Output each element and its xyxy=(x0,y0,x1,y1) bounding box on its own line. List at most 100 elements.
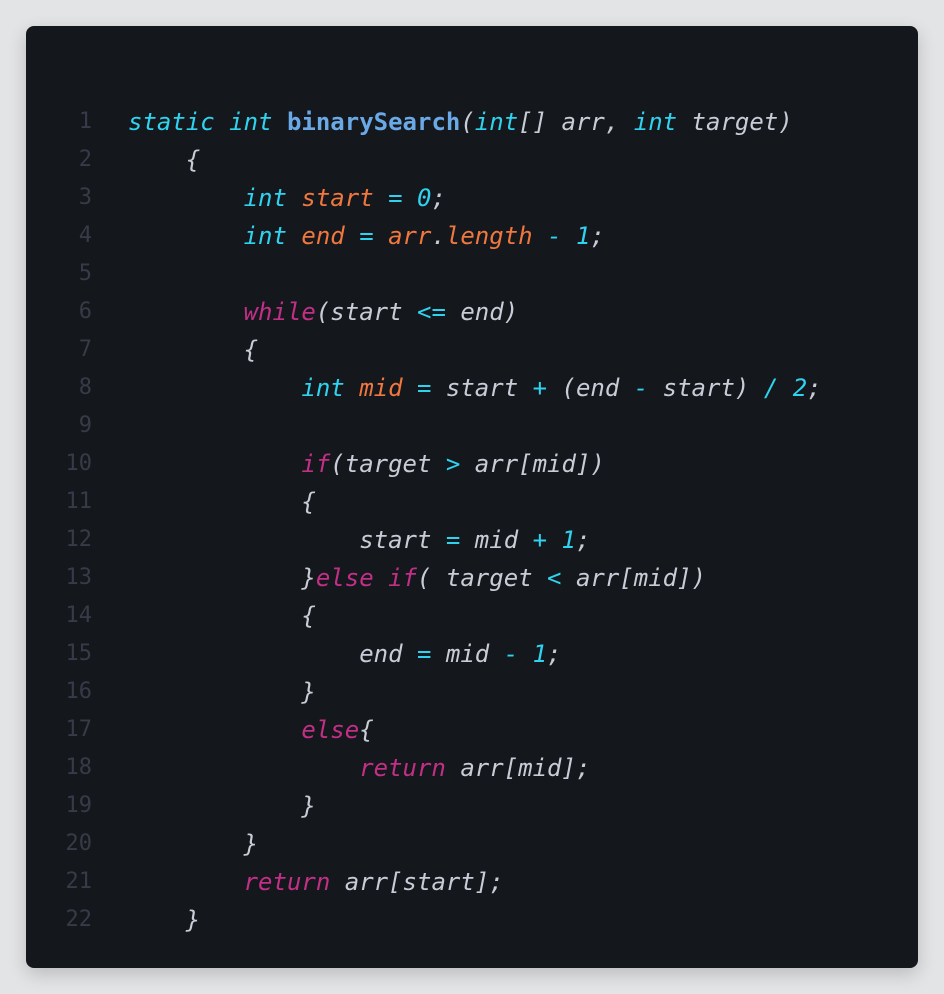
code-token: int xyxy=(243,184,302,212)
line-number: 21 xyxy=(65,869,93,894)
line-code: { xyxy=(128,483,316,521)
line-number: 16 xyxy=(65,679,93,704)
code-line: 11 { xyxy=(26,483,918,521)
code-token: = xyxy=(359,222,389,250)
line-number: 18 xyxy=(65,755,93,780)
code-token: (start xyxy=(315,298,417,326)
code-block: 1 static int binarySearch(int[] arr, int … xyxy=(26,103,918,939)
code-token: } xyxy=(128,564,316,592)
code-line: 19 } xyxy=(26,787,918,825)
code-line: 20 } xyxy=(26,825,918,863)
line-code: else{ xyxy=(128,711,373,749)
code-token: } xyxy=(128,792,316,820)
code-line: 2 { xyxy=(26,141,918,179)
code-token: - xyxy=(633,374,663,402)
line-code: return arr[start]; xyxy=(128,863,504,901)
line-code: } xyxy=(128,825,258,863)
line-number: 14 xyxy=(65,603,93,628)
line-number: 9 xyxy=(78,413,92,438)
line-code: static int binarySearch(int[] arr, int t… xyxy=(128,103,793,141)
code-token: start xyxy=(445,374,533,402)
code-token: { xyxy=(128,488,316,516)
code-token: length xyxy=(445,222,548,250)
code-editor-panel: 1 static int binarySearch(int[] arr, int … xyxy=(26,26,918,968)
code-line: 8 int mid = start + (end - start) / 2; xyxy=(26,369,918,407)
code-line: 1 static int binarySearch(int[] arr, int … xyxy=(26,103,918,141)
code-token: int xyxy=(243,222,302,250)
code-line: 16 } xyxy=(26,673,918,711)
code-token: { xyxy=(128,146,201,174)
line-number: 13 xyxy=(65,565,93,590)
code-token: 1 xyxy=(561,526,576,554)
line-code: while(start <= end) xyxy=(128,293,519,331)
code-token: else xyxy=(301,716,360,744)
line-code: { xyxy=(128,141,200,179)
code-token: int xyxy=(301,374,360,402)
code-token: int xyxy=(633,108,692,136)
line-number: 8 xyxy=(78,375,92,400)
code-token: return xyxy=(243,868,345,896)
line-number: 6 xyxy=(78,299,92,324)
code-token: static xyxy=(128,108,230,136)
code-token: } xyxy=(128,678,316,706)
code-line: 3 int start = 0; xyxy=(26,179,918,217)
line-number: 15 xyxy=(65,641,93,666)
code-token: ( xyxy=(460,108,475,136)
code-token: arr[mid]) xyxy=(575,564,706,592)
line-code: } xyxy=(128,787,316,825)
code-line: 17 else{ xyxy=(26,711,918,749)
code-token: start) xyxy=(662,374,764,402)
line-number: 2 xyxy=(78,147,92,172)
code-token: start xyxy=(301,184,389,212)
code-token: ; xyxy=(431,184,446,212)
code-token: / xyxy=(763,374,793,402)
line-code: } xyxy=(128,901,200,939)
code-token: - xyxy=(547,222,576,250)
code-line: 5 xyxy=(26,255,918,293)
code-token: } xyxy=(128,906,201,934)
code-line: 22 } xyxy=(26,901,918,939)
code-token: = xyxy=(416,374,446,402)
code-token: mid xyxy=(474,526,533,554)
line-number: 7 xyxy=(78,337,92,362)
code-line: 4 int end = arr.length - 1; xyxy=(26,217,918,255)
code-token: = xyxy=(416,640,446,668)
code-line: 18 return arr[mid]; xyxy=(26,749,918,787)
code-token: ; xyxy=(547,640,562,668)
code-token: = xyxy=(388,184,417,212)
code-line: 12 start = mid + 1; xyxy=(26,521,918,559)
line-number: 19 xyxy=(65,793,93,818)
line-number: 10 xyxy=(65,451,93,476)
code-token: mid xyxy=(445,640,504,668)
line-number: 4 xyxy=(78,223,92,248)
code-token: + xyxy=(532,526,562,554)
line-number: 3 xyxy=(78,185,92,210)
code-token: end xyxy=(128,640,417,668)
code-line: 15 end = mid - 1; xyxy=(26,635,918,673)
code-token: start xyxy=(128,526,446,554)
code-token: end) xyxy=(460,298,519,326)
code-token: ; xyxy=(807,374,822,402)
code-token: ; xyxy=(590,222,605,250)
code-line: 10 if(target > arr[mid]) xyxy=(26,445,918,483)
code-token: - xyxy=(503,640,533,668)
code-token: . xyxy=(431,222,446,250)
line-number: 1 xyxy=(78,109,92,134)
code-token: arr[mid]; xyxy=(460,754,591,782)
code-token: end xyxy=(301,222,360,250)
code-token: binarySearch xyxy=(286,108,461,136)
code-token: 1 xyxy=(532,640,548,668)
line-code: start = mid + 1; xyxy=(128,521,590,559)
code-token: if xyxy=(388,564,417,592)
line-code: if(target > arr[mid]) xyxy=(128,445,604,483)
line-code: } xyxy=(128,673,316,711)
code-token: 0 xyxy=(417,184,432,212)
code-token: return xyxy=(359,754,461,782)
line-number: 5 xyxy=(78,261,92,286)
code-line: 13 }else if( target < arr[mid]) xyxy=(26,559,918,597)
code-token: 1 xyxy=(575,222,591,250)
code-token: (end xyxy=(561,374,634,402)
code-line: 14 { xyxy=(26,597,918,635)
